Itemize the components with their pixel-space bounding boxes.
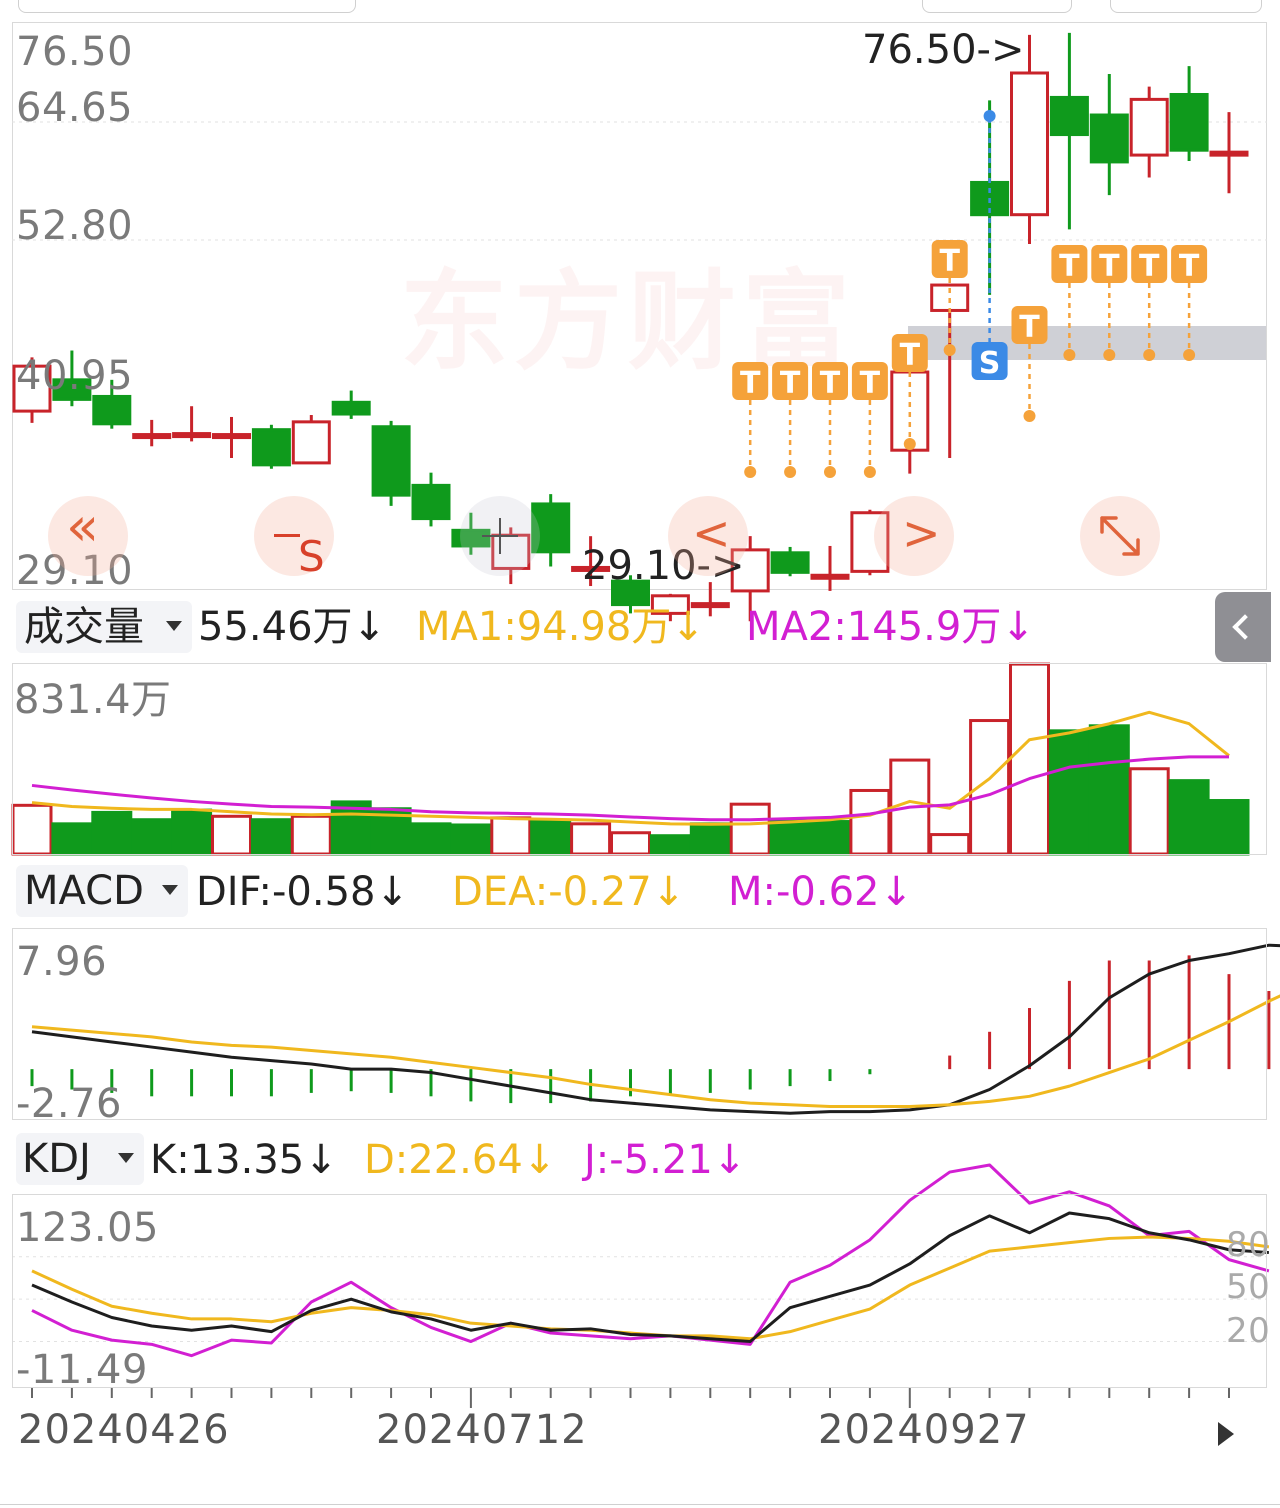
s-signal-dot — [983, 110, 996, 122]
t-signal-label: T — [1019, 310, 1040, 345]
t-signal-label: T — [1139, 249, 1160, 284]
candle-body — [212, 433, 251, 440]
macd-dea: DEA:-0.27↓ — [452, 869, 686, 915]
t-signal-dot — [903, 438, 916, 450]
macd-top-label: 7.96 — [16, 939, 108, 985]
side-panel-toggle[interactable] — [1215, 592, 1271, 662]
candle-body — [132, 433, 172, 440]
candle-body — [172, 432, 212, 439]
candle-body — [291, 420, 331, 465]
t-signal-dot — [1143, 349, 1156, 361]
candle-body — [1089, 113, 1129, 164]
t-signal-label: T — [900, 338, 921, 373]
play-right-icon — [1218, 1422, 1234, 1446]
crosshair-v-icon — [499, 518, 501, 554]
t-signal-label: T — [860, 366, 881, 401]
candle-body — [92, 394, 132, 426]
t-signal-dot — [863, 466, 876, 478]
date-label-2: 20240712 — [376, 1407, 588, 1453]
double-chevron-left-icon: « — [66, 495, 100, 558]
max-price-marker: 76.50-> — [862, 27, 1025, 73]
draw-tool-button[interactable]: S — [254, 496, 334, 581]
t-signal-label: T — [740, 366, 761, 401]
kdj-top-label: 123.05 — [16, 1205, 159, 1251]
t-signal-dot — [1103, 349, 1116, 361]
candle-body — [810, 573, 850, 580]
t-signal-dot — [784, 466, 797, 478]
price-label-max: 76.50 — [16, 29, 134, 75]
kdj-panel — [12, 1194, 1267, 1388]
chevron-down-icon — [162, 885, 178, 895]
volume-panel — [12, 663, 1267, 855]
draw-line-icon — [274, 534, 300, 537]
next-button[interactable]: > — [874, 496, 954, 576]
t-signal-label: T — [1179, 249, 1200, 284]
t-signal-label: T — [939, 244, 960, 279]
volume-indicator-selector[interactable]: 成交量 — [16, 601, 192, 653]
candle-body — [1129, 97, 1169, 157]
kdj-bottom-label: -11.49 — [16, 1347, 148, 1393]
volume-ma1: MA1:94.98万↓ — [416, 604, 705, 650]
candle-body — [1209, 150, 1249, 157]
volume-ma2: MA2:145.9万↓ — [746, 604, 1035, 650]
kdj-k: K:13.35↓ — [150, 1137, 338, 1183]
price-label-4: 40.95 — [16, 353, 134, 399]
chevron-down-icon — [118, 1153, 134, 1163]
crosshair-button[interactable] — [460, 496, 540, 576]
macd-bottom-label: -2.76 — [16, 1081, 122, 1127]
kdj-selector-label: KDJ — [22, 1136, 91, 1182]
t-signal-label: T — [780, 366, 801, 401]
price-label-2: 64.65 — [16, 85, 134, 131]
scroll-right-button[interactable] — [1206, 1412, 1246, 1456]
t-signal-dot — [943, 344, 956, 356]
candle-body — [1169, 92, 1209, 152]
bottom-divider — [0, 1504, 1280, 1505]
expand-arrows-icon — [1100, 516, 1140, 556]
candle-body — [770, 551, 810, 574]
candle-body — [371, 425, 411, 497]
draw-s-label: S — [298, 532, 325, 581]
t-signal-label: T — [1099, 249, 1120, 284]
chevron-down-icon — [166, 621, 182, 631]
kdj-level-20: 20 — [1226, 1311, 1271, 1351]
candle-body — [1010, 71, 1049, 217]
macd-indicator-selector[interactable]: MACD — [16, 865, 188, 917]
date-label-3: 20240927 — [818, 1407, 1030, 1453]
t-signal-dot — [744, 466, 757, 478]
macd-panel — [12, 928, 1267, 1120]
volume-selector-label: 成交量 — [24, 604, 144, 650]
macd-dif: DIF:-0.58↓ — [196, 869, 409, 915]
kdj-j: J:-5.21↓ — [584, 1137, 747, 1183]
chevron-left-icon: < — [692, 506, 731, 560]
date-label-1: 20240426 — [18, 1407, 230, 1453]
chevron-right-icon: > — [902, 506, 941, 560]
t-signal-dot — [1183, 349, 1196, 361]
candle-body — [1049, 95, 1089, 137]
t-signal-dot — [1063, 349, 1076, 361]
prev-button[interactable]: < — [668, 496, 748, 576]
macd-m: M:-0.62↓ — [728, 869, 913, 915]
kdj-level-50: 50 — [1226, 1267, 1271, 1307]
volume-value: 55.46万↓ — [198, 604, 387, 650]
chevron-left-icon — [1232, 614, 1258, 640]
t-signal-dot — [824, 466, 836, 478]
t-signal-label: T — [1059, 249, 1080, 284]
candle-body — [251, 428, 291, 467]
macd-selector-label: MACD — [24, 868, 144, 914]
t-signal-label: T — [820, 366, 841, 401]
kdj-level-80: 80 — [1226, 1225, 1271, 1265]
s-signal-label: S — [979, 346, 1001, 381]
kdj-d: D:22.64↓ — [364, 1137, 557, 1183]
expand-button[interactable] — [1080, 496, 1160, 576]
price-label-3: 52.80 — [16, 203, 134, 249]
t-signal-dot — [1023, 410, 1036, 422]
candle-body — [411, 483, 451, 521]
jump-back-button[interactable]: « — [48, 496, 128, 576]
candle-body — [331, 400, 371, 416]
volume-max-label: 831.4万 — [14, 677, 172, 723]
kdj-indicator-selector[interactable]: KDJ — [16, 1133, 144, 1185]
